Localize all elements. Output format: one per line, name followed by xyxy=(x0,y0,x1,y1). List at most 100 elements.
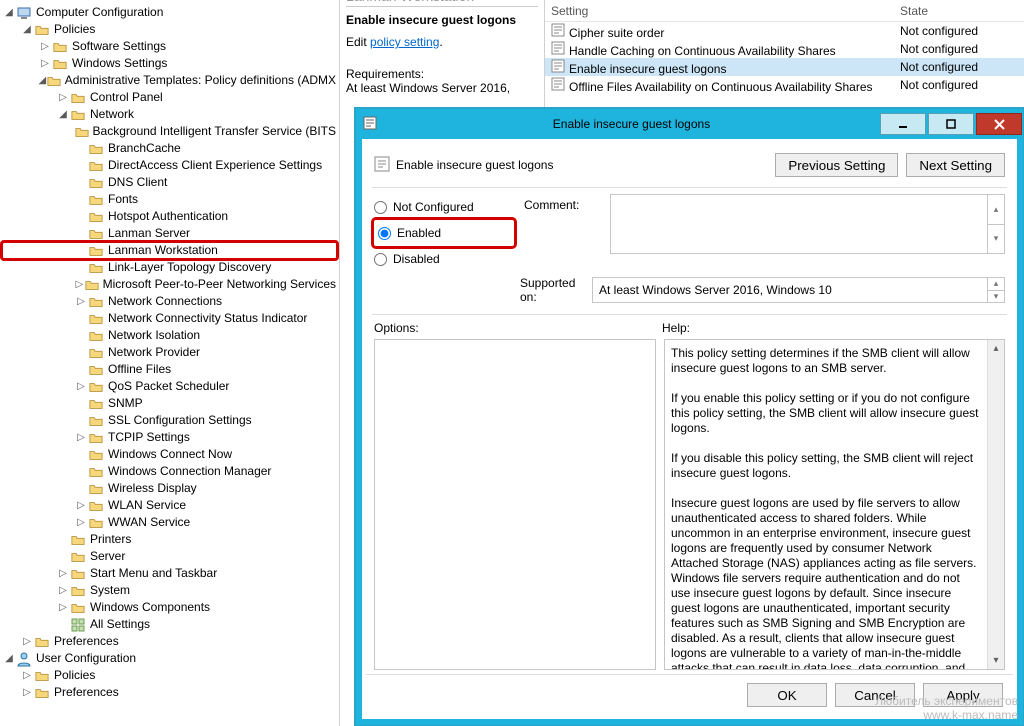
col-setting[interactable]: Setting xyxy=(545,4,894,18)
twisty-icon[interactable]: ▷ xyxy=(74,429,88,446)
tree-item[interactable]: ▷System xyxy=(2,582,337,599)
list-row-selected[interactable]: Enable insecure guest logonsNot configur… xyxy=(545,58,1024,76)
tree-item[interactable]: Link-Layer Topology Discovery xyxy=(2,259,337,276)
tree-item[interactable]: ▷Microsoft Peer-to-Peer Networking Servi… xyxy=(2,276,337,293)
tree-preferences[interactable]: ▷Preferences xyxy=(2,633,337,650)
tree-item[interactable]: Windows Connection Manager xyxy=(2,463,337,480)
tree-item[interactable]: ▷WWAN Service xyxy=(2,514,337,531)
spin-buttons[interactable]: ▴▾ xyxy=(987,195,1004,253)
twisty-icon[interactable]: ▷ xyxy=(38,55,52,72)
tree-item[interactable]: DNS Client xyxy=(2,174,337,191)
twisty-icon[interactable]: ◢ xyxy=(38,72,47,89)
twisty-icon[interactable]: ▷ xyxy=(56,582,70,599)
list-row[interactable]: Offline Files Availability on Continuous… xyxy=(545,76,1024,94)
cell: Enable insecure guest logons xyxy=(569,62,726,76)
tree-lanman-workstation[interactable]: Lanman Workstation xyxy=(2,242,337,259)
help-text: This policy setting determines if the SM… xyxy=(671,346,998,670)
list-row[interactable]: Handle Caching on Continuous Availabilit… xyxy=(545,40,1024,58)
tree-label: Windows Settings xyxy=(71,55,168,72)
tree-item[interactable]: DirectAccess Client Experience Settings xyxy=(2,157,337,174)
tree-item[interactable]: ▷Control Panel xyxy=(2,89,337,106)
twisty-icon[interactable]: ▷ xyxy=(74,378,88,395)
tree-item[interactable]: Printers xyxy=(2,531,337,548)
tree-item[interactable]: Network Provider xyxy=(2,344,337,361)
next-setting-button[interactable]: Next Setting xyxy=(906,153,1005,177)
twisty-icon[interactable]: ▷ xyxy=(56,599,70,616)
radio-disabled[interactable]: Disabled xyxy=(374,246,514,272)
tree-item[interactable]: ▷TCPIP Settings xyxy=(2,429,337,446)
twisty-icon[interactable]: ▷ xyxy=(56,89,70,106)
twisty-icon[interactable]: ◢ xyxy=(2,4,16,21)
options-pane[interactable] xyxy=(374,339,656,670)
tree-item[interactable]: ▷Network Connections xyxy=(2,293,337,310)
scroll-up-icon[interactable]: ▴ xyxy=(988,340,1004,357)
list-row[interactable]: Cipher suite orderNot configured xyxy=(545,22,1024,40)
scrollbar[interactable]: ▴ ▾ xyxy=(987,340,1004,669)
ok-button[interactable]: OK xyxy=(747,683,827,707)
tree-item[interactable]: Server xyxy=(2,548,337,565)
spin-buttons[interactable]: ▴▾ xyxy=(987,278,1004,302)
twisty-icon[interactable]: ▷ xyxy=(20,684,34,701)
radio-not-configured[interactable]: Not Configured xyxy=(374,194,514,220)
spin-down-icon[interactable]: ▾ xyxy=(988,291,1004,303)
apply-button[interactable]: Apply xyxy=(923,683,1003,707)
comment-textbox[interactable]: ▴▾ xyxy=(610,194,1005,254)
tree-item[interactable]: ▷Software Settings xyxy=(2,38,337,55)
edit-policy-link[interactable]: policy setting xyxy=(370,35,439,49)
tree-admin-templates[interactable]: ◢Administrative Templates: Policy defini… xyxy=(2,72,337,89)
tree-item[interactable]: SNMP xyxy=(2,395,337,412)
tree-all-settings[interactable]: All Settings xyxy=(2,616,337,633)
tree-computer-configuration[interactable]: ◢ Computer Configuration xyxy=(2,4,337,21)
tree-item[interactable]: Windows Connect Now xyxy=(2,446,337,463)
tree-user-configuration[interactable]: ◢User Configuration xyxy=(2,650,337,667)
tree-item[interactable]: ▷ Windows Settings xyxy=(2,55,337,72)
radio-enabled[interactable]: Enabled xyxy=(374,220,514,246)
tree-item[interactable]: ▷Policies xyxy=(2,667,337,684)
tree-item[interactable]: Network Isolation xyxy=(2,327,337,344)
tree-item[interactable]: Fonts xyxy=(2,191,337,208)
twisty-icon[interactable]: ▷ xyxy=(56,565,70,582)
tree-network[interactable]: ◢Network xyxy=(2,106,337,123)
twisty-icon[interactable]: ◢ xyxy=(56,106,70,123)
maximize-button[interactable] xyxy=(928,113,974,135)
spin-up-icon[interactable]: ▴ xyxy=(988,195,1004,225)
tree-item[interactable]: Offline Files xyxy=(2,361,337,378)
dialog-titlebar[interactable]: Enable insecure guest logons xyxy=(356,109,1023,139)
radio-input[interactable] xyxy=(374,201,387,214)
tree-item[interactable]: ▷Start Menu and Taskbar xyxy=(2,565,337,582)
minimize-button[interactable] xyxy=(880,113,926,135)
tree-item[interactable]: Wireless Display xyxy=(2,480,337,497)
help-pane[interactable]: This policy setting determines if the SM… xyxy=(664,339,1005,670)
tree-item[interactable]: Network Connectivity Status Indicator xyxy=(2,310,337,327)
tree-item[interactable]: Background Intelligent Transfer Service … xyxy=(2,123,337,140)
twisty-icon[interactable]: ▷ xyxy=(20,633,34,650)
tree-item[interactable]: SSL Configuration Settings xyxy=(2,412,337,429)
cancel-button[interactable]: Cancel xyxy=(835,683,915,707)
twisty-icon[interactable]: ▷ xyxy=(38,38,52,55)
tree-item[interactable]: ▷WLAN Service xyxy=(2,497,337,514)
twisty-icon[interactable]: ▷ xyxy=(20,667,34,684)
twisty-icon[interactable]: ▷ xyxy=(74,293,88,310)
tree-item[interactable]: Lanman Server xyxy=(2,225,337,242)
twisty-icon[interactable]: ◢ xyxy=(20,21,34,38)
tree-item[interactable]: BranchCache xyxy=(2,140,337,157)
tree-item[interactable]: ▷Preferences xyxy=(2,684,337,701)
spin-down-icon[interactable]: ▾ xyxy=(988,225,1004,254)
twisty-icon[interactable]: ▷ xyxy=(74,497,88,514)
previous-setting-button[interactable]: Previous Setting xyxy=(775,153,898,177)
folder-icon xyxy=(88,141,104,157)
scroll-down-icon[interactable]: ▾ xyxy=(988,652,1004,669)
tree-item[interactable]: Hotspot Authentication xyxy=(2,208,337,225)
tree-item[interactable]: ▷Windows Components xyxy=(2,599,337,616)
twisty-icon[interactable]: ▷ xyxy=(74,514,88,531)
close-button[interactable] xyxy=(976,113,1022,135)
radio-input[interactable] xyxy=(374,253,387,266)
twisty-icon[interactable]: ◢ xyxy=(2,650,16,667)
folder-icon xyxy=(88,379,104,395)
radio-input[interactable] xyxy=(378,227,391,240)
tree-policies[interactable]: ◢ Policies xyxy=(2,21,337,38)
spin-up-icon[interactable]: ▴ xyxy=(988,278,1004,291)
tree-item[interactable]: ▷QoS Packet Scheduler xyxy=(2,378,337,395)
col-state[interactable]: State xyxy=(894,4,1024,18)
twisty-icon[interactable]: ▷ xyxy=(74,276,85,293)
